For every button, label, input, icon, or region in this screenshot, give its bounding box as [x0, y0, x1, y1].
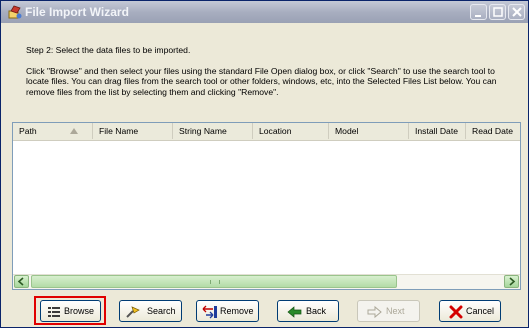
column-header-location[interactable]: Location [253, 123, 329, 139]
file-import-wizard-window: File Import Wizard Step 2: Select the da… [0, 0, 529, 328]
next-arrow-icon [367, 305, 382, 319]
column-header-label: Install Date [415, 126, 458, 136]
column-header-label: Location [259, 126, 292, 136]
scroll-thumb[interactable] [31, 275, 397, 288]
cancel-button[interactable]: Cancel [439, 300, 501, 322]
remove-button[interactable]: Remove [196, 300, 259, 322]
cancel-x-icon [449, 305, 463, 319]
wizard-app-icon [7, 4, 23, 20]
remove-icon [202, 305, 217, 319]
column-header-string-name[interactable]: String Name [173, 123, 253, 139]
selected-files-list[interactable]: Path File Name String Name Location Mode… [12, 122, 521, 290]
column-header-label: Path [19, 126, 37, 136]
list-header: Path File Name String Name Location Mode… [13, 123, 520, 141]
column-header-path[interactable]: Path [13, 123, 93, 139]
scroll-right-button[interactable] [504, 275, 519, 288]
chevron-left-icon [17, 277, 24, 286]
maximize-icon[interactable] [489, 4, 506, 20]
horizontal-scrollbar[interactable] [13, 274, 520, 289]
sort-ascending-icon [70, 128, 78, 134]
browse-button[interactable]: Browse [40, 300, 101, 322]
column-header-label: Model [335, 126, 359, 136]
remove-label: Remove [220, 306, 254, 316]
instructions-panel: Step 2: Select the data files to be impo… [26, 45, 516, 97]
minimize-icon[interactable] [470, 4, 487, 20]
next-button[interactable]: Next [357, 300, 420, 322]
column-header-label: File Name [99, 126, 139, 136]
instructions-text: Click "Browse" and then select your file… [26, 65, 497, 97]
column-header-read-date[interactable]: Read Date [466, 123, 520, 139]
scroll-left-button[interactable] [14, 275, 29, 288]
column-header-model[interactable]: Model [329, 123, 409, 139]
column-header-install-date[interactable]: Install Date [409, 123, 466, 139]
back-arrow-icon [287, 306, 302, 318]
step-heading: Step 2: Select the data files to be impo… [26, 45, 191, 55]
chevron-right-icon [509, 277, 516, 286]
title-bar[interactable]: File Import Wizard [1, 1, 528, 23]
back-label: Back [306, 306, 327, 316]
column-header-file-name[interactable]: File Name [93, 123, 173, 139]
cancel-label: Cancel [466, 306, 495, 316]
browse-list-icon [48, 307, 60, 317]
back-button[interactable]: Back [277, 300, 339, 322]
browse-label: Browse [64, 306, 95, 316]
column-header-label: String Name [179, 126, 227, 136]
search-icon [126, 306, 140, 318]
scroll-grip-icon [210, 280, 220, 284]
column-header-label: Read Date [472, 126, 514, 136]
next-label: Next [386, 306, 405, 316]
search-button[interactable]: Search [119, 300, 182, 322]
window-title: File Import Wizard [25, 5, 129, 19]
search-label: Search [147, 306, 176, 316]
close-icon[interactable] [508, 4, 525, 20]
